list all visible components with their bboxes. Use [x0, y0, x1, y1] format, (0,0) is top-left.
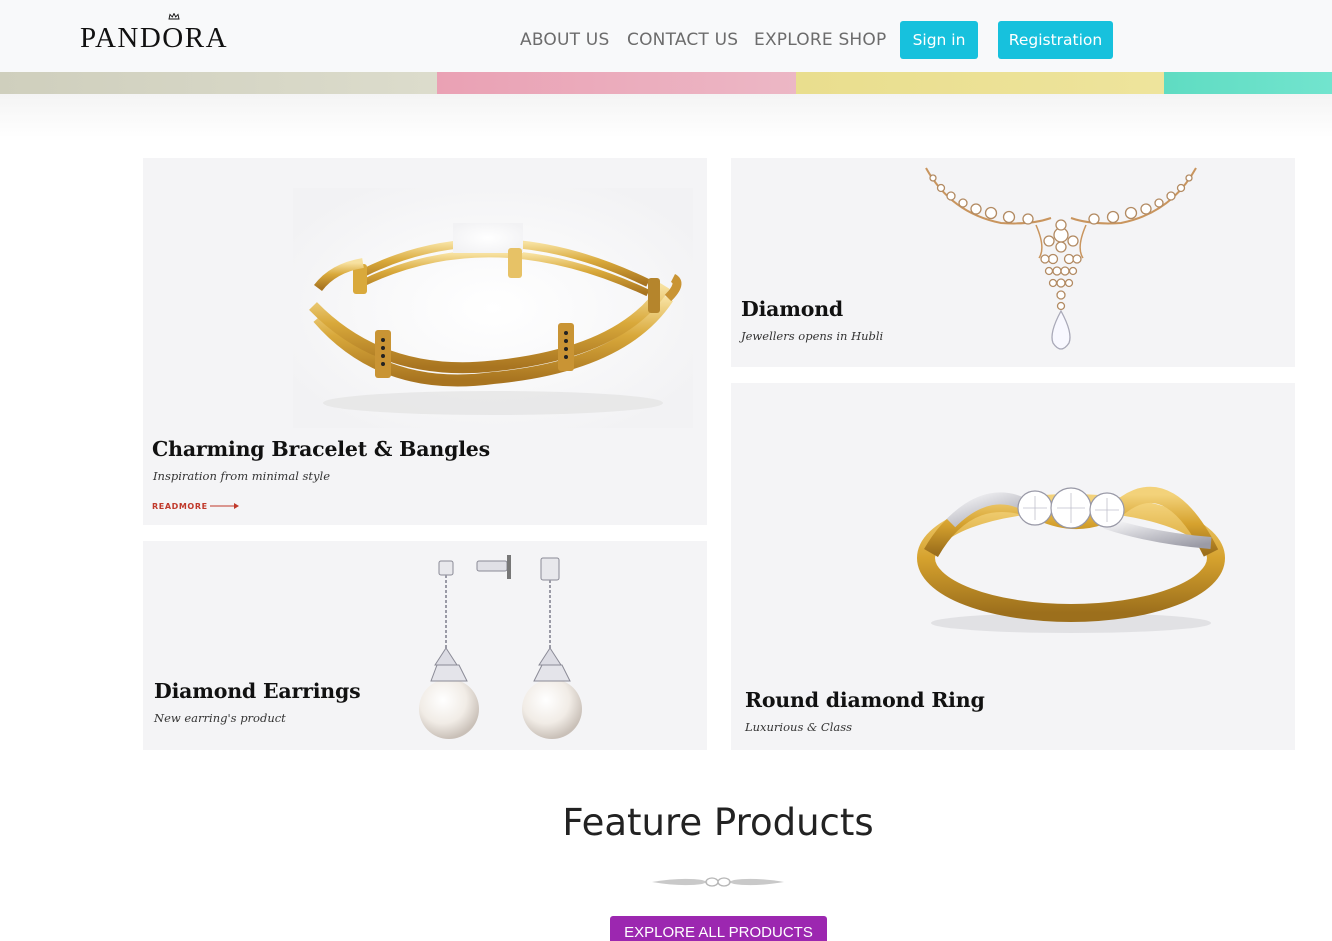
brand-name-end: RA [184, 22, 229, 54]
bracelet-card[interactable]: Charming Bracelet & Bangles Inspiration … [143, 158, 707, 525]
nav-contact-us[interactable]: CONTACT US [627, 29, 738, 51]
feature-products-heading: Feature Products [562, 801, 874, 844]
diamond-title: Diamond [741, 297, 844, 321]
brand-logo[interactable]: PAND ORA [80, 13, 229, 54]
earrings-subtitle: New earring's product [154, 711, 286, 725]
arrow-right-icon[interactable] [210, 502, 240, 510]
ring-image [917, 486, 1225, 633]
earrings-image [419, 555, 582, 739]
ring-title: Round diamond Ring [745, 688, 985, 712]
color-stripe-teal [1164, 72, 1332, 94]
necklace-image [925, 167, 1197, 350]
nav-about-us[interactable]: ABOUT US [520, 29, 609, 51]
bracelet-title: Charming Bracelet & Bangles [152, 437, 490, 461]
earrings-card[interactable]: Diamond Earrings New earring's product [143, 541, 707, 750]
nav-explore-shop[interactable]: EXPLORE SHOP [754, 29, 886, 51]
ring-card[interactable]: Round diamond Ring Luxurious & Class [731, 383, 1295, 750]
brand-name-part: PAND [80, 22, 163, 54]
readmore-link[interactable]: READMORE [152, 502, 208, 511]
brand-crown-letter: O [162, 13, 184, 54]
header-shadow [0, 94, 1332, 138]
bracelet-subtitle: Inspiration from minimal style [153, 469, 331, 483]
diamond-subtitle: Jewellers opens in Hubli [741, 329, 884, 343]
explore-all-products-button[interactable]: EXPLORE ALL PRODUCTS [610, 916, 827, 941]
ring-subtitle: Luxurious & Class [745, 720, 853, 734]
color-stripe-pink [437, 72, 796, 94]
earrings-title: Diamond Earrings [154, 679, 361, 703]
ornament-divider-icon [652, 877, 784, 887]
color-stripe-yellow [796, 72, 1164, 94]
crown-icon [168, 13, 180, 20]
registration-button[interactable]: Registration [998, 21, 1113, 59]
sign-in-button[interactable]: Sign in [900, 21, 978, 59]
bracelet-image [293, 188, 693, 428]
diamond-card[interactable]: Diamond Jewellers opens in Hubli [731, 158, 1295, 367]
navbar: PAND ORA ABOUT US CONTACT US EXPLORE SHOP… [0, 0, 1332, 72]
color-stripe-beige [0, 72, 437, 94]
